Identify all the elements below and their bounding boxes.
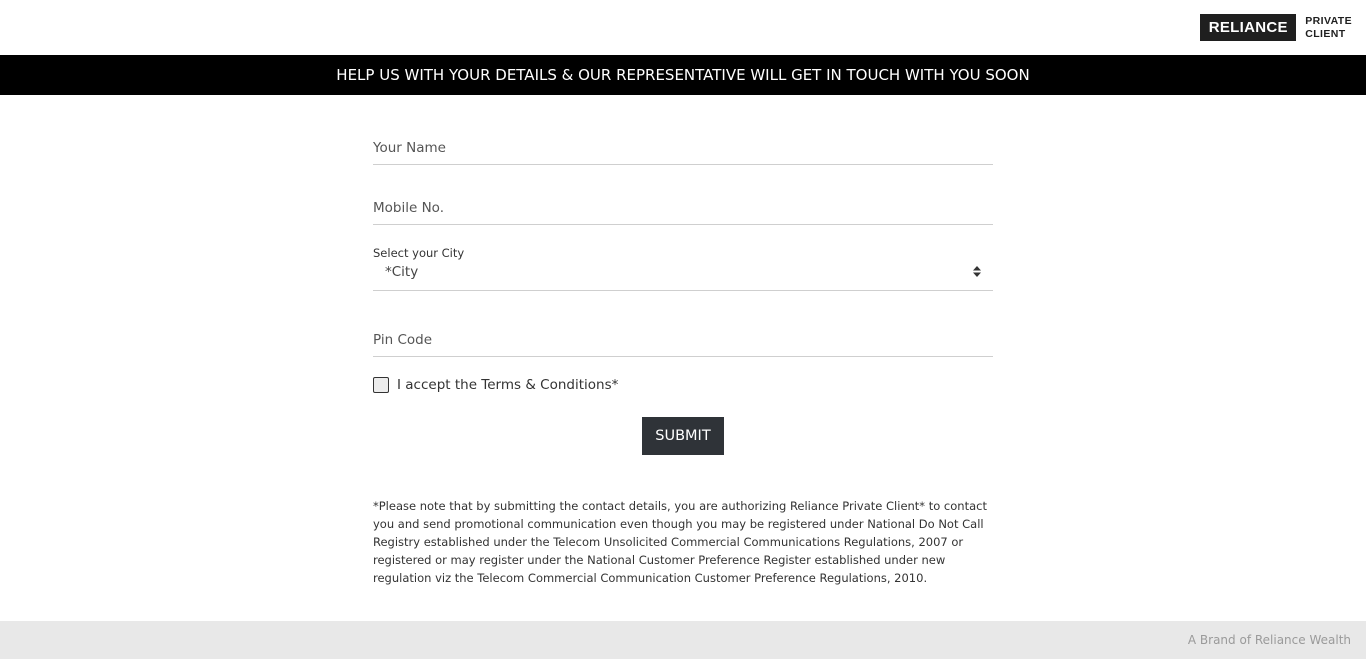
disclaimer-text: *Please note that by submitting the cont…: [373, 499, 987, 585]
submit-button[interactable]: SUBMIT: [642, 417, 724, 455]
footer: A Brand of Reliance Wealth: [0, 621, 1366, 659]
logo-wordmark: RELIANCE: [1200, 14, 1297, 41]
top-bar: RELIANCE PRIVATE CLIENT: [0, 0, 1366, 55]
terms-row: I accept the Terms & Conditions*: [373, 377, 618, 393]
mobile-field: [373, 191, 993, 225]
name-field: [373, 131, 993, 165]
logo-subtitle-line2: CLIENT: [1305, 27, 1346, 40]
city-label: Select your City: [373, 246, 465, 260]
terms-checkbox[interactable]: [373, 377, 389, 393]
banner-text: HELP US WITH YOUR DETAILS & OUR REPRESEN…: [336, 66, 1030, 84]
name-input[interactable]: [373, 140, 993, 156]
info-banner: HELP US WITH YOUR DETAILS & OUR REPRESEN…: [0, 55, 1366, 95]
brand-logo[interactable]: RELIANCE PRIVATE CLIENT: [1200, 14, 1352, 41]
pin-field: [373, 323, 993, 357]
logo-subtitle-line1: PRIVATE: [1305, 14, 1352, 27]
sort-icon: [973, 266, 981, 277]
mobile-input[interactable]: [373, 200, 993, 216]
city-selected-value: *City: [385, 264, 419, 280]
logo-subtitle: PRIVATE CLIENT: [1305, 15, 1352, 41]
pin-code-input[interactable]: [373, 332, 993, 348]
terms-label[interactable]: I accept the Terms & Conditions*: [397, 377, 618, 393]
city-select[interactable]: Select your City *City: [373, 245, 993, 291]
footer-brand-text: A Brand of Reliance Wealth: [1187, 633, 1351, 647]
